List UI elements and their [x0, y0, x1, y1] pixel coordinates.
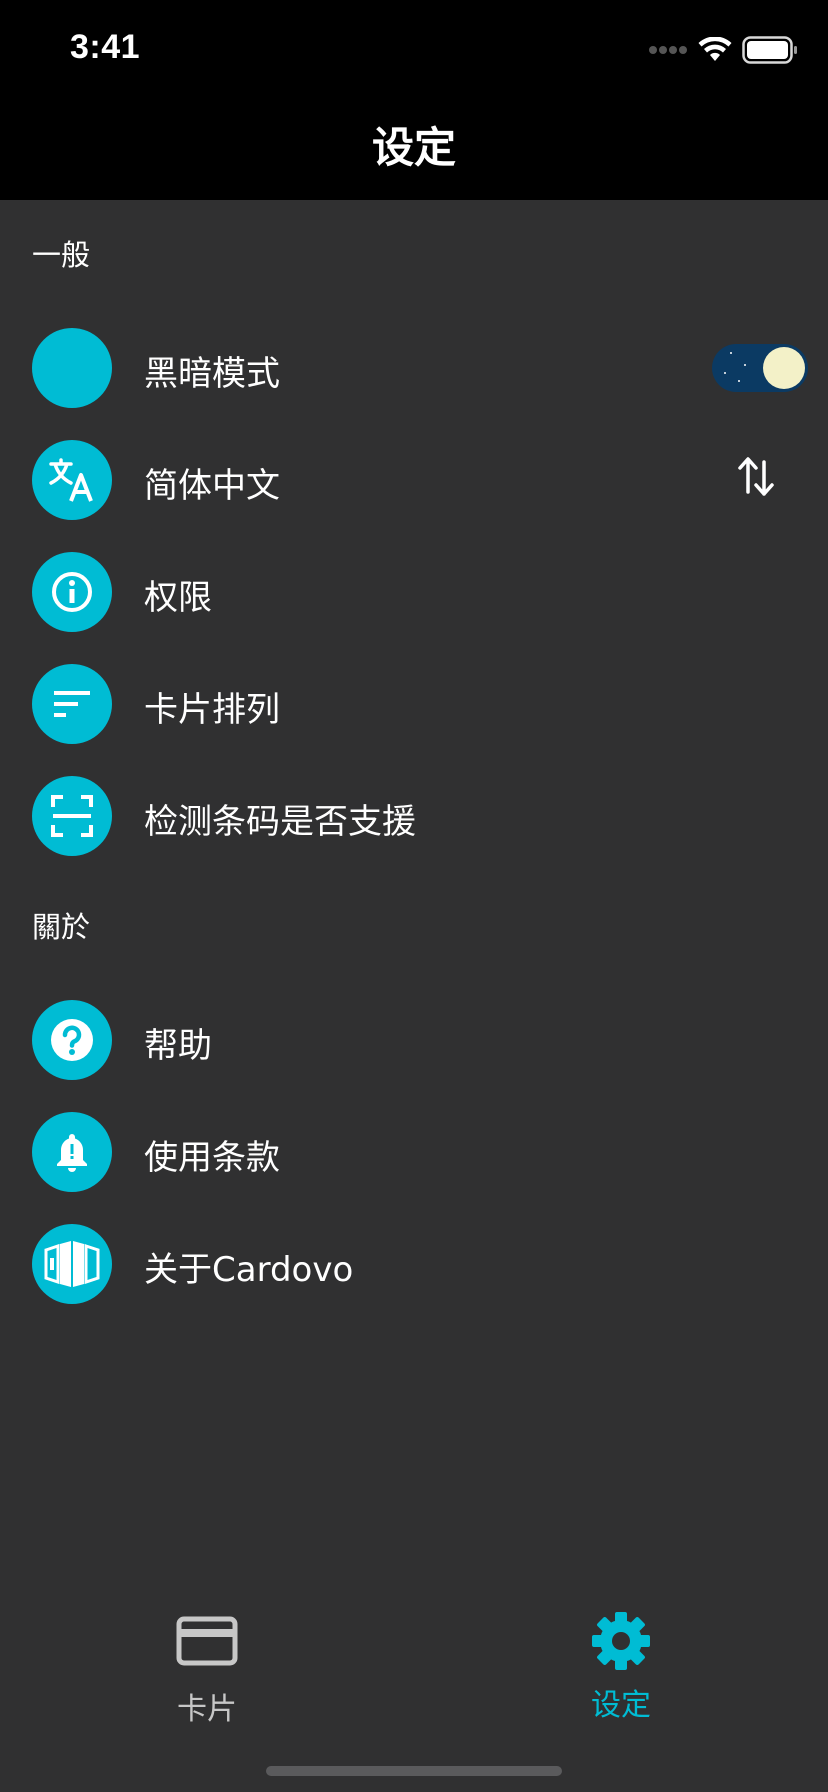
home-indicator: [266, 1766, 562, 1776]
settings-row-label: 帮助: [144, 1026, 212, 1066]
cards-icon: [32, 1224, 112, 1304]
sort-icon: [32, 664, 112, 744]
section-header-about: 關於: [32, 910, 91, 944]
info-icon: [32, 552, 112, 632]
settings-row-label: 检测条码是否支援: [144, 802, 416, 842]
tab-cards[interactable]: 卡片: [0, 1592, 414, 1732]
settings-row-label: 权限: [144, 578, 212, 618]
settings-row-language[interactable]: 简体中文: [0, 424, 828, 536]
status-bar: 3:41: [0, 0, 828, 100]
cellular-signal-icon: [649, 46, 687, 54]
bell-icon: [32, 1112, 112, 1192]
settings-row-label: 关于Cardovo: [144, 1250, 354, 1290]
settings-row-dark-mode[interactable]: 黑暗模式: [0, 312, 828, 424]
section-header-general: 一般: [32, 238, 91, 272]
gear-icon: [592, 1612, 650, 1670]
tab-bar: 卡片 设定: [0, 1592, 828, 1792]
moon-icon: [32, 328, 112, 408]
swap-arrows-icon[interactable]: [736, 452, 776, 500]
settings-row-card-sort[interactable]: 卡片排列: [0, 648, 828, 760]
settings-row-about[interactable]: 关于Cardovo: [0, 1208, 828, 1320]
settings-row-label: 使用条款: [144, 1138, 280, 1178]
status-time: 3:41: [70, 28, 141, 66]
help-icon: [32, 1000, 112, 1080]
page-title: 设定: [371, 122, 456, 172]
settings-row-barcode-support[interactable]: 检测条码是否支援: [0, 760, 828, 872]
settings-row-help[interactable]: 帮助: [0, 984, 828, 1096]
translate-icon: [32, 440, 112, 520]
tab-settings[interactable]: 设定: [414, 1592, 828, 1732]
wifi-icon: [698, 37, 732, 61]
battery-icon: [742, 36, 797, 64]
toggle-knob: [763, 347, 805, 389]
settings-row-label: 黑暗模式: [144, 354, 280, 394]
scan-icon: [32, 776, 112, 856]
nav-bar: 设定: [0, 100, 828, 200]
tab-label: 设定: [591, 1688, 651, 1723]
settings-row-label: 简体中文: [144, 466, 280, 506]
settings-row-terms[interactable]: 使用条款: [0, 1096, 828, 1208]
tab-label: 卡片: [177, 1692, 237, 1727]
dark-mode-toggle[interactable]: [712, 344, 808, 392]
settings-row-permissions[interactable]: 权限: [0, 536, 828, 648]
card-icon: [176, 1616, 238, 1666]
settings-row-label: 卡片排列: [144, 690, 280, 730]
status-icons: [648, 34, 798, 66]
